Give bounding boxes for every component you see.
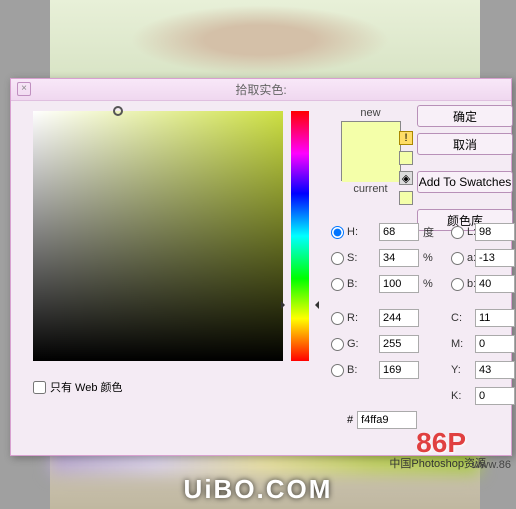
k-label: K: (451, 390, 475, 402)
web-only-checkbox-row: 只有 Web 颜色 (33, 379, 123, 395)
a-input[interactable] (475, 249, 515, 267)
g-row: G: (331, 331, 439, 357)
c-label: C: (451, 312, 475, 324)
ok-button[interactable]: 确定 (417, 105, 513, 127)
l-radio[interactable] (451, 226, 464, 239)
s-row: S: % (331, 245, 439, 271)
footer-watermark: UiBO.COM (0, 474, 516, 505)
h-radio-label[interactable]: H: (331, 226, 379, 239)
s-radio-label[interactable]: S: (331, 252, 379, 265)
gamut-color-icon[interactable] (399, 151, 413, 165)
y-row: Y: % (451, 357, 516, 383)
b-hsb-radio-label[interactable]: B: (331, 278, 379, 291)
hsb-rgb-fields: H: 度 S: % B: % R: G: (331, 219, 439, 383)
k-input[interactable] (475, 387, 515, 405)
warning-icons: ! ◈ (399, 131, 415, 211)
websafe-warning-icon[interactable]: ◈ (399, 171, 413, 185)
hue-slider[interactable] (291, 111, 309, 361)
h-unit: 度 (423, 224, 439, 240)
r-radio-label[interactable]: R: (331, 312, 379, 325)
b-hsb-unit: % (423, 278, 439, 290)
s-unit: % (423, 252, 439, 264)
l-row: L: (451, 219, 516, 245)
c-row: C: % (451, 305, 516, 331)
preview-box (341, 121, 401, 181)
add-swatch-button[interactable]: Add To Swatches (417, 171, 513, 193)
r-input[interactable] (379, 309, 419, 327)
g-radio-label[interactable]: G: (331, 338, 379, 351)
b-lab-row: b: (451, 271, 516, 297)
m-row: M: % (451, 331, 516, 357)
h-input[interactable] (379, 223, 419, 241)
web-only-label: 只有 Web 颜色 (50, 379, 123, 395)
color-field-marker[interactable] (113, 106, 123, 116)
r-radio[interactable] (331, 312, 344, 325)
color-field[interactable] (33, 111, 283, 361)
g-radio[interactable] (331, 338, 344, 351)
dialog-titlebar[interactable]: × 拾取实色: (11, 79, 511, 101)
m-input[interactable] (475, 335, 515, 353)
color-preview: new current (333, 107, 408, 195)
b-hsb-row: B: % (331, 271, 439, 297)
b-hsb-input[interactable] (379, 275, 419, 293)
hex-input[interactable] (357, 411, 417, 429)
new-label: new (333, 107, 408, 119)
lab-cmyk-fields: L: a: b: C: % M: % Y: (451, 219, 516, 409)
y-label: Y: (451, 364, 475, 376)
k-row: K: % (451, 383, 516, 409)
a-radio-label[interactable]: a: (451, 252, 475, 265)
b-lab-radio[interactable] (451, 278, 464, 291)
b-rgb-input[interactable] (379, 361, 419, 379)
watermark-site: www.86 (472, 459, 511, 471)
color-picker-dialog: × 拾取实色: new current ! ◈ 确定 取消 Add To S (10, 78, 512, 456)
r-row: R: (331, 305, 439, 331)
c-input[interactable] (475, 309, 515, 327)
s-input[interactable] (379, 249, 419, 267)
b-rgb-radio[interactable] (331, 364, 344, 377)
b-rgb-radio-label[interactable]: B: (331, 364, 379, 377)
preview-current-color[interactable] (342, 152, 400, 182)
b-lab-radio-label[interactable]: b: (451, 278, 475, 291)
h-radio[interactable] (331, 226, 344, 239)
b-lab-input[interactable] (475, 275, 515, 293)
hex-row: # (347, 411, 417, 429)
dialog-body: new current ! ◈ 确定 取消 Add To Swatches 颜色… (11, 101, 511, 457)
web-only-checkbox[interactable] (33, 381, 46, 394)
hue-slider-thumb[interactable] (285, 301, 315, 309)
l-input[interactable] (475, 223, 515, 241)
b-rgb-row: B: (331, 357, 439, 383)
close-icon[interactable]: × (17, 82, 31, 96)
gamut-warning-icon[interactable]: ! (399, 131, 413, 145)
m-label: M: (451, 338, 475, 350)
h-row: H: 度 (331, 219, 439, 245)
a-radio[interactable] (451, 252, 464, 265)
a-row: a: (451, 245, 516, 271)
websafe-color-icon[interactable] (399, 191, 413, 205)
y-input[interactable] (475, 361, 515, 379)
current-label: current (333, 183, 408, 195)
g-input[interactable] (379, 335, 419, 353)
hex-label: # (347, 414, 353, 426)
button-column: 确定 取消 Add To Swatches 颜色库 (417, 105, 513, 237)
l-radio-label[interactable]: L: (451, 226, 475, 239)
s-radio[interactable] (331, 252, 344, 265)
cancel-button[interactable]: 取消 (417, 133, 513, 155)
preview-new-color[interactable] (342, 122, 400, 152)
b-hsb-radio[interactable] (331, 278, 344, 291)
dialog-title: 拾取实色: (235, 83, 286, 97)
